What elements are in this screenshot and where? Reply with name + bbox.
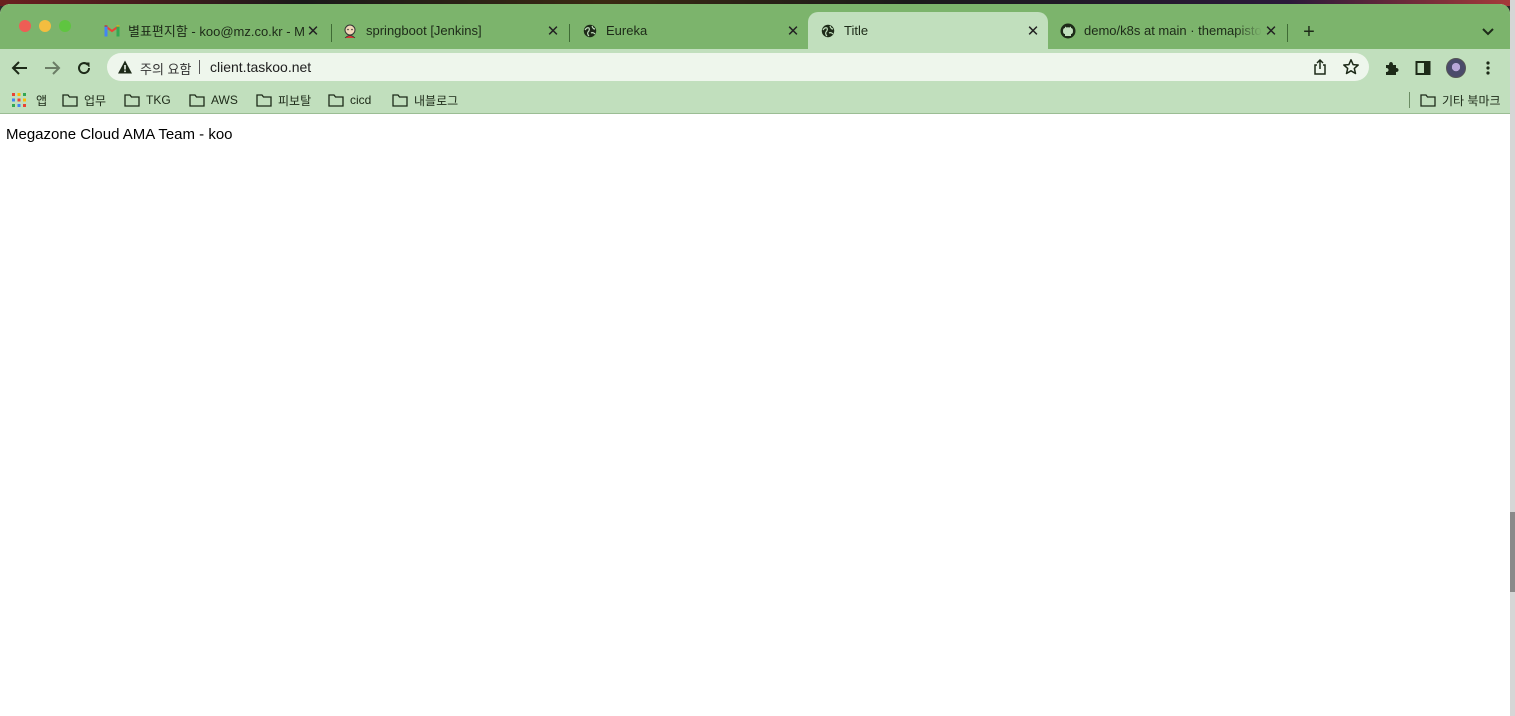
bookmark-apps[interactable]: 앱 xyxy=(12,91,47,109)
bookmark-folder-pivotal[interactable]: 피보탈 xyxy=(256,91,311,109)
scrollbar-thumb[interactable] xyxy=(1510,512,1515,592)
tab-label: 별표편지함 - koo@mz.co.kr - ME xyxy=(128,24,304,39)
reload-button[interactable] xyxy=(71,55,97,81)
tab-separator xyxy=(1287,24,1288,42)
folder-icon xyxy=(62,94,78,107)
tab-gmail[interactable]: 별표편지함 - koo@mz.co.kr - ME ✕ xyxy=(92,12,328,49)
bookmark-label: 기타 북마크 xyxy=(1442,93,1501,108)
zoom-window-button[interactable] xyxy=(59,20,71,32)
tab-eureka[interactable]: Eureka ✕ xyxy=(570,12,808,49)
arrow-right-icon xyxy=(45,61,61,75)
extensions-button[interactable] xyxy=(1378,55,1404,81)
bookmark-folder-blog[interactable]: 내블로그 xyxy=(392,91,458,109)
bookmark-other[interactable]: 기타 북마크 xyxy=(1420,91,1501,109)
reload-icon xyxy=(78,62,91,75)
tab-label: Eureka xyxy=(606,23,648,38)
browser-window: 별표편지함 - koo@mz.co.kr - ME ✕ springboot [… xyxy=(0,4,1510,716)
warning-icon[interactable] xyxy=(117,59,133,75)
profile-avatar[interactable] xyxy=(1446,58,1466,78)
bookmark-folder-work[interactable]: 업무 xyxy=(62,91,106,109)
minimize-window-button[interactable] xyxy=(39,20,51,32)
more-vertical-icon xyxy=(1486,61,1490,75)
close-tab-icon[interactable]: ✕ xyxy=(784,22,802,40)
folder-icon xyxy=(392,94,408,107)
window-scrollbar[interactable] xyxy=(1510,0,1515,716)
page-content: Megazone Cloud AMA Team - koo xyxy=(0,115,1510,716)
bookmark-label: cicd xyxy=(350,93,372,107)
forward-button[interactable] xyxy=(39,55,65,81)
globe-icon xyxy=(582,23,598,39)
tab-search-button[interactable] xyxy=(1478,22,1498,42)
tab-label: demo/k8s at main · themapisto xyxy=(1084,23,1262,38)
bookmark-label: 업무 xyxy=(84,93,107,108)
apps-grid-icon xyxy=(12,93,26,107)
bookmark-label: 앱 xyxy=(36,93,48,108)
folder-icon xyxy=(124,94,140,107)
close-tab-icon[interactable]: ✕ xyxy=(1262,22,1280,40)
bookmark-label: 내블로그 xyxy=(414,93,459,108)
close-tab-icon[interactable]: ✕ xyxy=(544,22,562,40)
jenkins-icon xyxy=(342,23,358,39)
folder-icon xyxy=(328,94,344,107)
browser-toolbar: 주의 요함 client.taskoo.net xyxy=(0,49,1510,86)
bookmark-star-icon[interactable] xyxy=(1342,58,1360,76)
share-icon[interactable] xyxy=(1311,58,1329,76)
close-tab-icon[interactable]: ✕ xyxy=(1024,22,1042,40)
tab-label: Title xyxy=(844,23,869,38)
arrow-left-icon xyxy=(11,61,27,75)
tab-strip: 별표편지함 - koo@mz.co.kr - ME ✕ springboot [… xyxy=(0,4,1510,49)
bookmarks-divider xyxy=(1409,92,1410,108)
url-text[interactable]: client.taskoo.net xyxy=(210,59,311,75)
bookmark-label: AWS xyxy=(211,93,238,107)
tab-title-active[interactable]: Title ✕ xyxy=(808,12,1048,49)
chevron-down-icon xyxy=(1482,28,1494,36)
github-icon xyxy=(1060,23,1076,39)
side-panel-button[interactable] xyxy=(1410,55,1436,81)
omnibox-divider xyxy=(199,60,200,74)
globe-icon xyxy=(820,23,836,39)
bookmark-label: 피보탈 xyxy=(278,93,312,108)
puzzle-icon xyxy=(1386,62,1399,75)
tab-label: springboot [Jenkins] xyxy=(366,23,482,38)
tab-github[interactable]: demo/k8s at main · themapisto ✕ xyxy=(1048,12,1286,49)
bookmark-label: TKG xyxy=(146,93,171,107)
close-window-button[interactable] xyxy=(19,20,31,32)
gmail-icon xyxy=(104,23,120,39)
menu-button[interactable] xyxy=(1475,55,1501,81)
security-warning-label[interactable]: 주의 요함 xyxy=(140,59,191,78)
bookmark-folder-tkg[interactable]: TKG xyxy=(124,91,171,109)
bookmarks-bar: 앱 업무 TKG AWS 피보탈 cicd 내블로그 기타 북마크 xyxy=(0,86,1510,114)
folder-icon xyxy=(189,94,205,107)
bookmark-folder-aws[interactable]: AWS xyxy=(189,91,238,109)
tab-jenkins[interactable]: springboot [Jenkins] ✕ xyxy=(330,12,568,49)
page-text: Megazone Cloud AMA Team - koo xyxy=(6,126,233,143)
new-tab-button[interactable]: + xyxy=(1298,21,1320,43)
folder-icon xyxy=(256,94,272,107)
address-bar[interactable]: 주의 요함 client.taskoo.net xyxy=(107,53,1369,81)
back-button[interactable] xyxy=(7,55,33,81)
folder-icon xyxy=(1420,94,1436,107)
close-tab-icon[interactable]: ✕ xyxy=(304,22,322,40)
bookmark-folder-cicd[interactable]: cicd xyxy=(328,91,371,109)
side-panel-icon xyxy=(1415,61,1431,75)
